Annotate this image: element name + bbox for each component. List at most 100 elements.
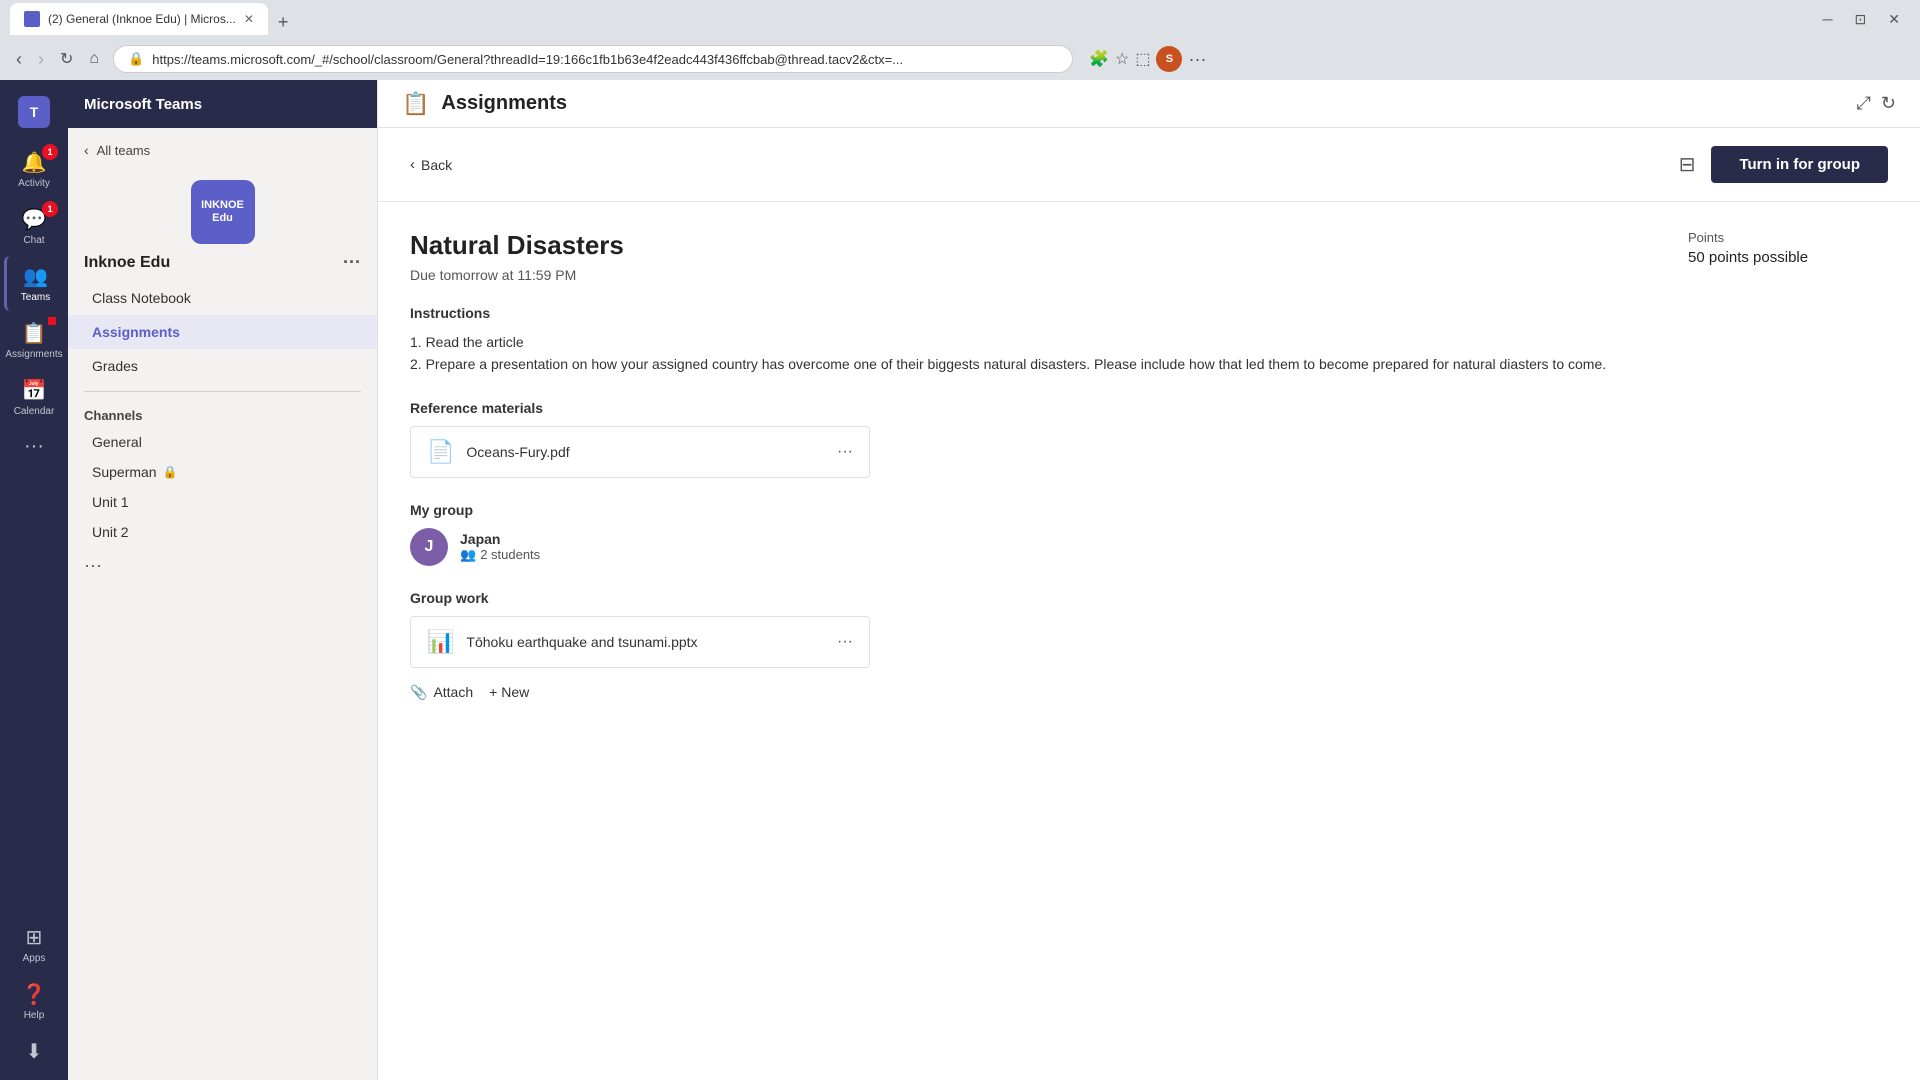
rail-item-calendar[interactable]: 📅 Calendar (4, 370, 64, 425)
browser-tab-active[interactable]: (2) General (Inknoe Edu) | Micros... ✕ (10, 3, 268, 35)
refresh-nav-button[interactable]: ↻ (54, 45, 79, 73)
channel-general[interactable]: General (68, 427, 377, 457)
reference-file-name: Oceans-Fury.pdf (466, 444, 825, 460)
instruction-line-2: 2. Prepare a presentation on how your as… (410, 353, 1640, 375)
close-button[interactable]: ✕ (1878, 9, 1910, 30)
maximize-button[interactable]: ⊡ (1845, 9, 1877, 30)
tab-close-icon[interactable]: ✕ (244, 12, 254, 26)
new-tab-button[interactable]: + (270, 10, 297, 35)
students-icon: 👥 (460, 547, 476, 563)
extensions-button[interactable]: 🧩 (1089, 49, 1109, 69)
group-item: J Japan 👥 2 students (410, 528, 1640, 566)
rail-item-chat[interactable]: 1 💬 Chat (4, 199, 64, 254)
assignment-due: Due tomorrow at 11:59 PM (410, 267, 1640, 283)
pptx-file-icon: 📊 (427, 629, 454, 655)
browser-more-button[interactable]: ··· (1188, 49, 1206, 70)
new-file-button[interactable]: + New (489, 678, 529, 707)
url-lock-icon: 🔒 (128, 51, 144, 67)
collections-button[interactable]: ⬚ (1135, 49, 1150, 69)
group-work-file-name: Tōhoku earthquake and tsunami.pptx (466, 634, 825, 650)
rail-item-help[interactable]: ❓ Help (4, 974, 64, 1029)
assignment-main-col: Natural Disasters Due tomorrow at 11:59 … (410, 230, 1640, 707)
group-students: 👥 2 students (460, 547, 540, 563)
back-chevron-icon: ‹ (84, 142, 89, 158)
sidebar-nav-class-notebook[interactable]: Class Notebook (68, 281, 377, 315)
channel-unit1[interactable]: Unit 1 (68, 487, 377, 517)
pdf-file-icon: 📄 (427, 439, 454, 465)
grades-label: Grades (92, 358, 138, 374)
team-avatar: INKNOEEdu (191, 180, 255, 244)
window-controls: ─ ⊡ ✕ (1813, 9, 1910, 30)
user-avatar-browser[interactable]: S (1156, 46, 1182, 72)
left-rail: T 1 🔔 Activity 1 💬 Chat 👥 Teams 📋 Assign… (0, 80, 68, 1080)
channel-unit2[interactable]: Unit 2 (68, 517, 377, 547)
forward-nav-button[interactable]: › (32, 45, 50, 74)
team-name-text: Inknoe Edu (84, 254, 170, 272)
team-avatar-text: INKNOEEdu (201, 199, 244, 225)
channel-superman[interactable]: Superman 🔒 (68, 457, 377, 487)
attach-icon: 📎 (410, 684, 427, 701)
assignment-content: ‹ Back ⊟ Turn in for group Natural Disas… (378, 128, 1920, 1080)
group-work-label: Group work (410, 590, 1640, 606)
sidebar-dots-more[interactable]: ··· (68, 547, 377, 584)
all-teams-nav[interactable]: ‹ All teams (68, 128, 377, 172)
assignments-label: Assignments (5, 349, 62, 360)
sidebar-nav-grades[interactable]: Grades (68, 349, 377, 383)
back-nav-button[interactable]: ‹ (10, 45, 28, 74)
group-label: My group (410, 502, 1640, 518)
rail-item-teams[interactable]: 👥 Teams (4, 256, 64, 311)
home-nav-button[interactable]: ⌂ (83, 46, 105, 72)
rail-item-apps[interactable]: ⊞ Apps (4, 917, 64, 972)
reference-file-more-button[interactable]: ··· (837, 443, 853, 461)
team-name-row: Inknoe Edu ··· (68, 252, 377, 281)
superman-lock-icon: 🔒 (163, 465, 178, 479)
app-topbar: Microsoft Teams (68, 80, 377, 128)
nav-buttons: ‹ › ↻ ⌂ (10, 45, 105, 74)
refresh-button[interactable]: ↻ (1881, 93, 1896, 114)
group-details: Japan 👥 2 students (460, 531, 540, 563)
apps-label: Apps (23, 953, 46, 964)
group-avatar: J (410, 528, 448, 566)
attach-button[interactable]: 📎 Attach (410, 678, 473, 707)
help-label: Help (24, 1010, 45, 1021)
back-button[interactable]: ‹ Back (410, 156, 452, 173)
apps-icon: ⊞ (26, 925, 43, 950)
rail-more[interactable]: ··· (4, 427, 64, 466)
assignment-side-col: Points 50 points possible (1688, 230, 1888, 707)
minimize-button[interactable]: ─ (1813, 9, 1843, 30)
url-bar[interactable]: 🔒 https://teams.microsoft.com/_#/school/… (113, 45, 1073, 73)
new-label: + New (489, 684, 529, 700)
download-icon: ⬇ (26, 1039, 43, 1064)
rail-item-download[interactable]: ⬇ (4, 1031, 64, 1072)
turn-in-button[interactable]: Turn in for group (1711, 146, 1888, 183)
chat-badge: 1 (42, 201, 58, 217)
team-more-button[interactable]: ··· (343, 252, 361, 273)
reference-section: Reference materials 📄 Oceans-Fury.pdf ··… (410, 400, 1640, 478)
back-label: Back (421, 157, 452, 173)
activity-badge: 1 (42, 144, 58, 160)
group-file-more-button[interactable]: ··· (837, 633, 853, 651)
reference-label: Reference materials (410, 400, 1640, 416)
assignments-dot (48, 317, 56, 325)
sidebar-divider (84, 391, 361, 392)
tab-favicon (24, 11, 40, 27)
all-teams-label: All teams (97, 143, 150, 158)
dots-more-icon: ··· (84, 555, 102, 575)
header-title: Assignments (441, 92, 567, 115)
attach-label: Attach (433, 684, 473, 700)
help-icon: ❓ (22, 982, 47, 1007)
rail-item-activity[interactable]: 1 🔔 Activity (4, 142, 64, 197)
group-work-section: Group work 📊 Tōhoku earthquake and tsuna… (410, 590, 1640, 707)
rail-item-assignments[interactable]: 📋 Assignments (4, 313, 64, 368)
expand-button[interactable]: ⤢ (1857, 93, 1871, 114)
group-section: My group J Japan 👥 2 students (410, 502, 1640, 566)
instructions-label: Instructions (410, 305, 1640, 321)
favorites-button[interactable]: ☆ (1115, 49, 1129, 69)
assignments-icon: 📋 (22, 321, 47, 346)
main-header: 📋 Assignments ⤢ ↻ (378, 80, 1920, 128)
app-layout: T 1 🔔 Activity 1 💬 Chat 👥 Teams 📋 Assign… (0, 80, 1920, 1080)
general-channel-label: General (92, 434, 142, 450)
rubric-button[interactable]: ⊟ (1679, 152, 1696, 177)
url-text: https://teams.microsoft.com/_#/school/cl… (152, 52, 1058, 67)
sidebar-nav-assignments[interactable]: Assignments (68, 315, 377, 349)
